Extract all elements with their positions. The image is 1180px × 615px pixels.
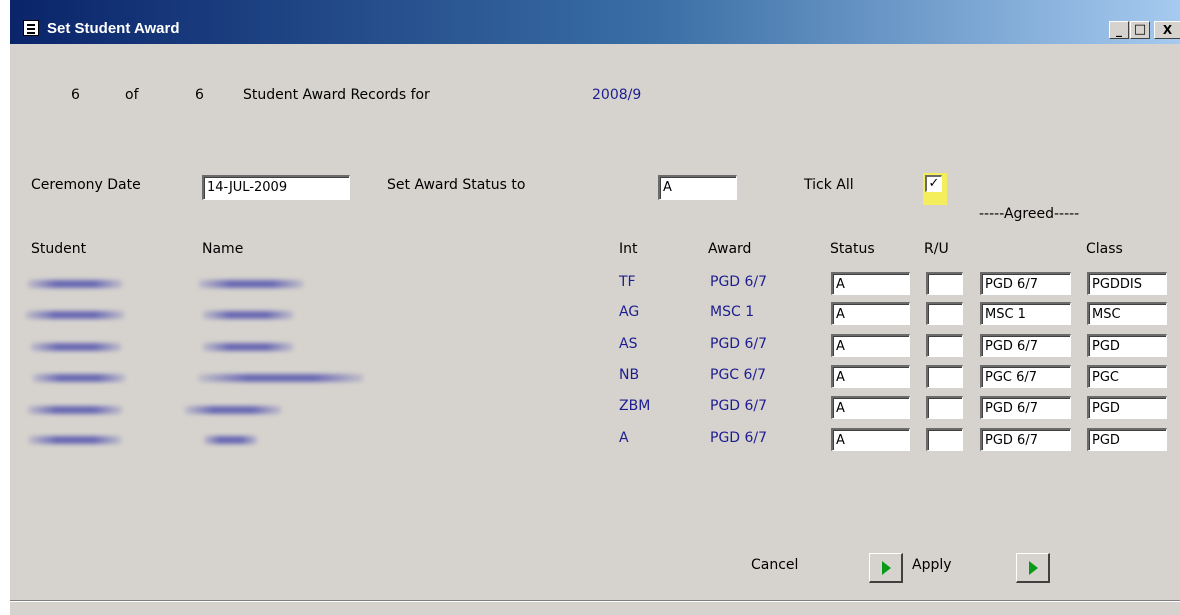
student-name-redacted <box>198 280 304 288</box>
cancel-button[interactable] <box>869 553 903 583</box>
title-bar[interactable]: Set Student Award _ □ X <box>10 0 1180 44</box>
student-id-redacted <box>27 406 123 414</box>
row-int: AG <box>619 304 640 320</box>
student-name-redacted <box>202 343 294 351</box>
row-agreed-class-input[interactable]: PGD <box>1087 396 1167 419</box>
student-name-redacted <box>202 311 294 319</box>
tick-all-label: Tick All <box>804 177 854 193</box>
row-award: PGC 6/7 <box>710 367 767 383</box>
col-header-student: Student <box>31 241 87 257</box>
row-award: PGD 6/7 <box>710 398 768 414</box>
student-id-redacted <box>30 343 122 351</box>
maximize-button[interactable]: □ <box>1130 21 1150 39</box>
col-header-int: Int <box>619 241 638 257</box>
row-agreed-award-input[interactable]: PGD 6/7 <box>980 334 1071 357</box>
student-name-redacted <box>184 406 282 414</box>
row-status-input[interactable]: A <box>831 428 910 451</box>
record-current: 6 <box>71 87 80 103</box>
row-agreed-class-input[interactable]: PGD <box>1087 428 1167 451</box>
play-arrow-icon <box>1029 561 1038 575</box>
row-award: PGD 6/7 <box>710 430 768 446</box>
set-student-award-window: Set Student Award _ □ X 6 of 6 Student A… <box>9 0 1180 615</box>
tick-all-highlight: ✓ <box>923 173 947 205</box>
row-agreed-class-input[interactable]: PGDDIS <box>1087 272 1167 295</box>
student-name-redacted <box>203 436 258 444</box>
play-arrow-icon <box>882 561 891 575</box>
col-header-ru: R/U <box>924 241 949 257</box>
set-status-label: Set Award Status to <box>387 177 526 193</box>
agreed-header: -----Agreed----- <box>979 206 1080 222</box>
ceremony-date-input[interactable]: 14-JUL-2009 <box>202 175 350 200</box>
student-id-redacted <box>25 311 125 319</box>
row-agreed-award-input[interactable]: MSC 1 <box>980 302 1071 325</box>
row-status-input[interactable]: A <box>831 365 910 388</box>
col-header-award: Award <box>708 241 752 257</box>
row-ru-input[interactable] <box>926 396 963 419</box>
row-award: PGD 6/7 <box>710 336 768 352</box>
row-agreed-award-input[interactable]: PGD 6/7 <box>980 272 1071 295</box>
student-id-redacted <box>27 280 123 288</box>
row-int: A <box>619 430 629 446</box>
col-header-class: Class <box>1086 241 1123 257</box>
col-header-status: Status <box>830 241 875 257</box>
row-agreed-class-input[interactable]: MSC <box>1087 302 1167 325</box>
row-award: PGD 6/7 <box>710 274 768 290</box>
row-agreed-class-input[interactable]: PGC <box>1087 365 1167 388</box>
row-agreed-award-input[interactable]: PGC 6/7 <box>980 365 1071 388</box>
record-of-label: of <box>125 87 139 103</box>
row-agreed-award-input[interactable]: PGD 6/7 <box>980 396 1071 419</box>
academic-year: 2008/9 <box>592 87 642 103</box>
set-status-input[interactable]: A <box>658 175 737 200</box>
row-ru-input[interactable] <box>926 428 963 451</box>
row-status-input[interactable]: A <box>831 334 910 357</box>
cancel-label[interactable]: Cancel <box>751 557 798 573</box>
ceremony-date-label: Ceremony Date <box>31 177 141 193</box>
tick-all-checkbox[interactable]: ✓ <box>925 175 942 192</box>
row-ru-input[interactable] <box>926 272 963 295</box>
row-agreed-class-input[interactable]: PGD <box>1087 334 1167 357</box>
row-ru-input[interactable] <box>926 365 963 388</box>
student-name-redacted <box>198 374 364 382</box>
student-id-redacted <box>32 374 126 382</box>
apply-label[interactable]: Apply <box>912 557 952 573</box>
apply-button[interactable] <box>1016 553 1050 583</box>
row-int: AS <box>619 336 638 352</box>
row-status-input[interactable]: A <box>831 396 910 419</box>
row-int: NB <box>619 367 640 383</box>
close-button[interactable]: X <box>1154 21 1180 39</box>
status-divider <box>10 600 1180 602</box>
records-for-label: Student Award Records for <box>243 87 430 103</box>
row-status-input[interactable]: A <box>831 272 910 295</box>
record-total: 6 <box>195 87 204 103</box>
desktop-edge <box>0 0 9 615</box>
form-document-icon <box>23 20 39 36</box>
row-ru-input[interactable] <box>926 334 963 357</box>
window-title: Set Student Award <box>47 20 180 37</box>
row-award: MSC 1 <box>710 304 755 320</box>
row-agreed-award-input[interactable]: PGD 6/7 <box>980 428 1071 451</box>
row-int: TF <box>619 274 636 290</box>
student-id-redacted <box>28 436 122 444</box>
row-int: ZBM <box>619 398 651 414</box>
col-header-name: Name <box>202 241 244 257</box>
minimize-button[interactable]: _ <box>1109 21 1129 39</box>
row-status-input[interactable]: A <box>831 302 910 325</box>
row-ru-input[interactable] <box>926 302 963 325</box>
